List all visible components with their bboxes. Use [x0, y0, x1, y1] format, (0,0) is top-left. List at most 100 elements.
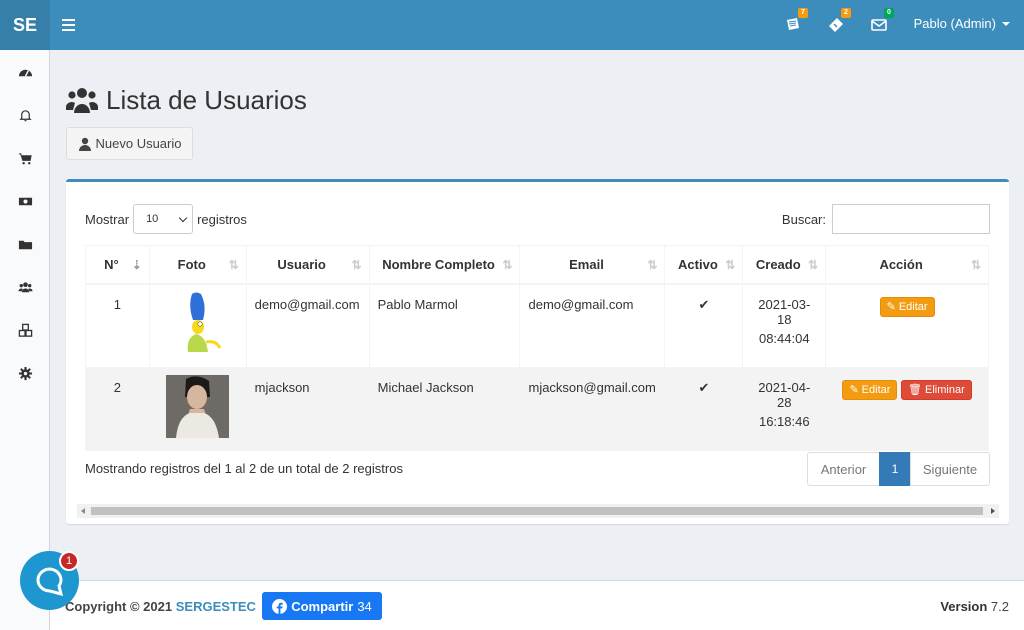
scrollbar-thumb[interactable] — [91, 507, 983, 515]
new-user-label: Nuevo Usuario — [95, 136, 182, 151]
scroll-left-icon[interactable] — [81, 508, 85, 514]
prev-page-button[interactable]: Anterior — [807, 452, 880, 486]
tickets-button[interactable]: 2 — [827, 8, 851, 35]
column-header-accion[interactable]: Acción ⇅ — [825, 245, 989, 285]
column-header-n[interactable]: N° ⇣ — [85, 245, 150, 285]
search-input[interactable] — [832, 204, 990, 234]
edit-button[interactable]: ✎ Editar — [879, 296, 935, 317]
full-name: Pablo Marmol — [368, 283, 521, 368]
user-menu[interactable]: Pablo (Admin) — [914, 16, 1010, 31]
facebook-share-button[interactable]: Compartir 34 — [262, 592, 382, 620]
edit-button[interactable]: ✎ Editar — [842, 379, 898, 400]
column-header-email[interactable]: Email ⇅ — [519, 245, 666, 285]
sidebar-item-users[interactable] — [0, 273, 50, 301]
page-title: Lista de Usuarios — [106, 84, 307, 115]
footer: Copyright © 2021 SERGESTEC Compartir 34 … — [50, 580, 1024, 630]
sort-icon: ⇅ — [970, 258, 981, 272]
logo[interactable]: SE — [0, 0, 50, 50]
photo-cell — [148, 366, 247, 451]
actions-cell: ✎ Editar 🗑 Eliminar — [825, 366, 989, 451]
sidebar-item-notifications[interactable] — [0, 101, 50, 129]
cart-icon — [18, 152, 32, 164]
full-name: Michael Jackson — [368, 366, 521, 451]
scroll-right-icon[interactable] — [991, 508, 995, 514]
user-photo — [166, 374, 230, 438]
sticky-note-icon — [787, 18, 799, 30]
brand-link[interactable]: SERGESTEC — [176, 599, 256, 614]
page-length-control: Mostrar 10 registros — [85, 204, 247, 234]
table-row: 2 mjackson Michael Jackson mjackson@gmai… — [85, 366, 989, 451]
page-length-select[interactable]: 10 — [133, 204, 194, 234]
new-user-button[interactable]: Nuevo Usuario — [66, 127, 193, 160]
sort-icon: ⇅ — [725, 258, 736, 272]
sort-desc-icon: ⇣ — [131, 258, 142, 272]
photo-cell — [148, 283, 247, 368]
search-label: Buscar: — [781, 211, 826, 227]
next-page-button[interactable]: Siguiente — [910, 452, 990, 486]
notes-button[interactable]: 7 — [784, 8, 808, 35]
email: mjackson@gmail.com — [519, 366, 666, 451]
active-check-icon: ✔ — [664, 283, 744, 368]
row-number: 1 — [85, 283, 150, 368]
gear-icon — [18, 366, 32, 380]
sidebar-item-money[interactable] — [0, 187, 50, 215]
content-header: Lista de Usuarios — [66, 82, 307, 118]
records-label: registros — [197, 211, 247, 227]
sidebar — [0, 50, 50, 630]
column-header-foto[interactable]: Foto ⇅ — [148, 245, 247, 285]
sidebar-toggle-icon[interactable] — [62, 16, 78, 34]
cubes-icon — [18, 323, 32, 337]
username: mjackson — [245, 366, 370, 451]
version: Version 7.2 — [940, 599, 1009, 614]
created-date: 2021-03-18 — [758, 296, 811, 327]
sort-icon: ⇅ — [228, 258, 239, 272]
dashboard-icon — [18, 69, 32, 77]
tickets-badge: 2 — [841, 8, 851, 18]
table-info: Mostrando registros del 1 al 2 de un tot… — [85, 461, 403, 476]
sidebar-item-files[interactable] — [0, 230, 50, 258]
email: demo@gmail.com — [519, 283, 666, 368]
table-row: 1 demo@gmail.com Pablo Marmol demo@gmail… — [85, 283, 989, 368]
sidebar-item-products[interactable] — [0, 316, 50, 344]
sort-icon: ⇅ — [502, 258, 513, 272]
mail-button[interactable]: 0 — [870, 8, 894, 35]
delete-button[interactable]: 🗑 Eliminar — [901, 379, 972, 400]
column-header-usuario[interactable]: Usuario ⇅ — [245, 245, 370, 285]
created-cell: 2021-04-28 16:18:46 — [742, 366, 827, 451]
chat-bubble-icon — [36, 566, 63, 596]
edit-icon: ✎ — [849, 384, 859, 396]
envelope-icon — [871, 19, 887, 31]
column-header-activo[interactable]: Activo ⇅ — [664, 245, 744, 285]
active-check-icon: ✔ — [664, 366, 744, 451]
show-label: Mostrar — [85, 211, 130, 227]
column-header-nombre[interactable]: Nombre Completo ⇅ — [368, 245, 521, 285]
column-header-creado[interactable]: Creado ⇅ — [742, 245, 827, 285]
created-date: 2021-04-28 — [758, 379, 811, 410]
actions-cell: ✎ Editar — [825, 283, 989, 368]
chat-unread-badge: 1 — [59, 551, 79, 571]
sidebar-item-sales[interactable] — [0, 144, 50, 172]
created-cell: 2021-03-18 08:44:04 — [742, 283, 827, 368]
pagination: Anterior 1 Siguiente — [807, 452, 990, 486]
horizontal-scrollbar[interactable] — [77, 504, 999, 518]
search-control: Buscar: — [782, 204, 990, 234]
trash-icon: 🗑 — [908, 384, 923, 396]
users-icon — [66, 88, 98, 113]
facebook-icon — [272, 598, 288, 614]
created-time: 16:18:46 — [758, 413, 810, 429]
users-icon — [17, 281, 33, 292]
edit-icon: ✎ — [886, 301, 896, 313]
sort-icon: ⇅ — [351, 258, 362, 272]
username: demo@gmail.com — [245, 283, 370, 368]
page-1-button[interactable]: 1 — [879, 452, 911, 486]
page-length-value: 10 — [146, 213, 159, 225]
mail-badge: 0 — [884, 8, 894, 18]
folder-icon — [18, 240, 32, 249]
chevron-down-icon — [178, 213, 188, 222]
sidebar-item-settings[interactable] — [0, 359, 50, 387]
ticket-icon — [829, 18, 843, 32]
sidebar-item-dashboard[interactable] — [0, 58, 50, 86]
users-table: N° ⇣ Foto ⇅ Usuario ⇅ Nombre Completo ⇅ Emai… — [85, 245, 989, 451]
money-icon — [18, 197, 32, 205]
users-box: Mostrar 10 registros Buscar: N° ⇣ Foto ⇅ U… — [66, 179, 1009, 524]
